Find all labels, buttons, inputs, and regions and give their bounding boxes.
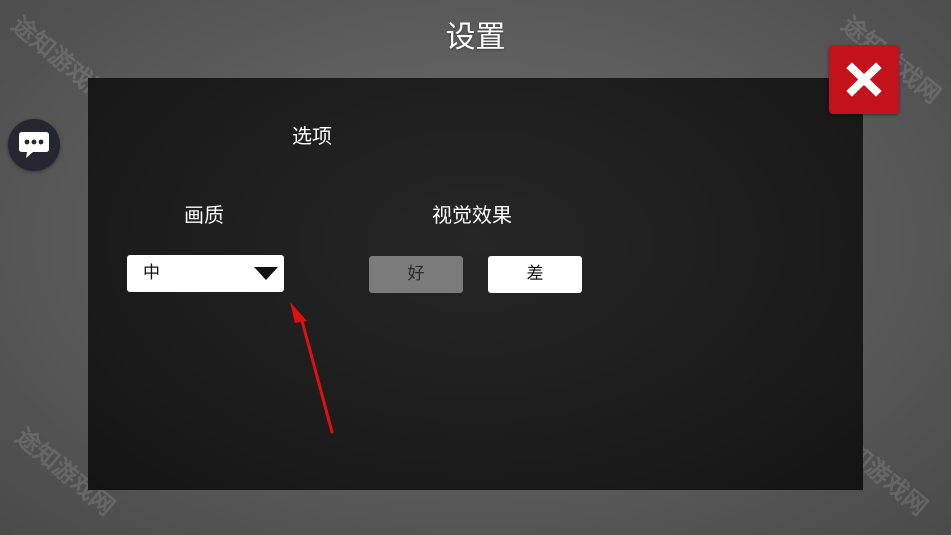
close-icon: [846, 62, 882, 97]
visual-effects-good-button[interactable]: 好: [369, 256, 463, 293]
page-title: 设置: [445, 20, 506, 55]
quality-label: 画质: [184, 203, 224, 227]
options-heading: 选项: [292, 124, 332, 148]
chat-button[interactable]: [8, 119, 60, 171]
close-button[interactable]: [829, 45, 899, 114]
visual-effects-label: 视觉效果: [432, 203, 512, 227]
chat-bubble-icon: [19, 132, 49, 158]
triangle-down-icon: [254, 267, 278, 280]
visual-effects-bad-button[interactable]: 差: [488, 256, 582, 293]
quality-dropdown[interactable]: 中: [127, 255, 284, 292]
red-arrow-icon: [290, 302, 334, 434]
quality-dropdown-value: 中: [143, 263, 160, 283]
